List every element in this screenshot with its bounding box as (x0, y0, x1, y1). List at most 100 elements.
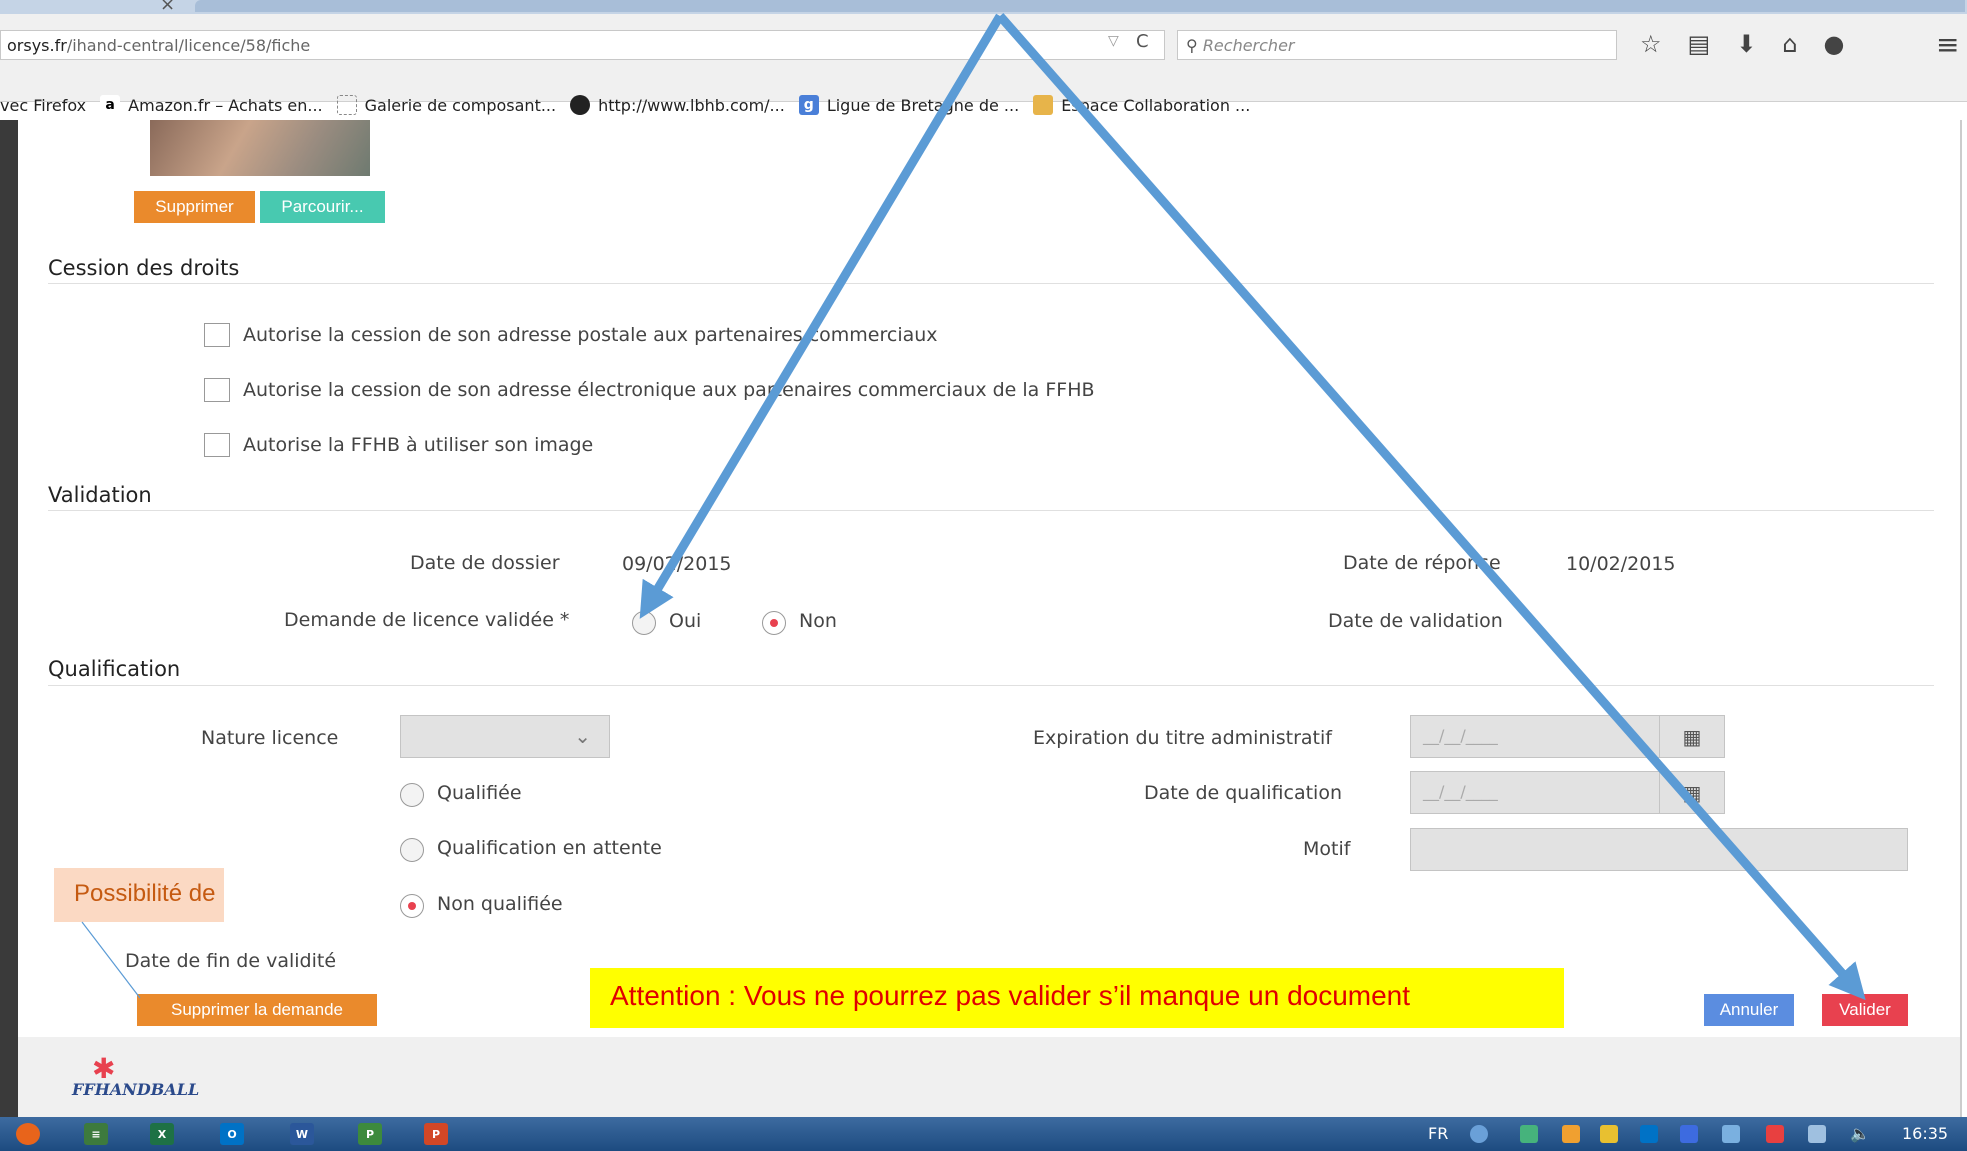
date-fin-validite-label: Date de fin de validité (125, 950, 337, 972)
download-icon[interactable]: ⬇ (1736, 30, 1756, 58)
date-reponse-value: 10/02/2015 (1566, 553, 1676, 575)
tray-network-icon[interactable] (1722, 1125, 1740, 1143)
word-icon[interactable]: W (290, 1123, 314, 1145)
nature-licence-label: Nature licence (201, 727, 339, 749)
outlook-icon[interactable]: O (220, 1123, 244, 1145)
tray-app-icon[interactable] (1562, 1125, 1580, 1143)
tray-outlook-icon[interactable] (1640, 1125, 1658, 1143)
powerpoint-icon[interactable]: P (424, 1123, 448, 1145)
section-divider (48, 685, 1934, 686)
annotation-callout: Possibilité de (54, 868, 224, 922)
checkbox[interactable] (204, 378, 230, 402)
date-qualification-input[interactable]: __/__/____ (1410, 771, 1660, 814)
search-placeholder: Rechercher (1202, 36, 1295, 55)
checkbox[interactable] (204, 323, 230, 347)
home-icon[interactable]: ⌂ (1782, 30, 1797, 58)
close-tab-icon[interactable]: × (160, 0, 175, 15)
radio-oui-label[interactable]: Oui (669, 610, 701, 632)
annotation-warning: Attention : Vous ne pourrez pas valider … (590, 968, 1564, 1028)
radio-qualifiee-label[interactable]: Qualifiée (437, 782, 522, 804)
page-footer (18, 1037, 1960, 1117)
calendar-icon[interactable]: ▦ (1659, 715, 1725, 758)
ffhb-logo: ✱ FFHANDBALL (72, 1052, 199, 1112)
cancel-button[interactable]: Annuler (1704, 994, 1794, 1026)
calendar-icon[interactable]: ▦ (1659, 771, 1725, 814)
search-input[interactable]: ⚲ Rechercher (1177, 30, 1617, 60)
reload-icon[interactable]: C (1136, 31, 1149, 52)
chat-icon[interactable]: ● (1824, 30, 1845, 58)
expiration-titre-label: Expiration du titre administratif (1033, 727, 1332, 749)
bookmark-ligue[interactable]: g Ligue de Bretagne de ... (798, 95, 1019, 115)
tray-shield-icon[interactable] (1680, 1125, 1698, 1143)
motif-input[interactable] (1410, 828, 1908, 871)
clock[interactable]: 16:35 (1902, 1124, 1948, 1143)
toolbar-icons: ☆ ▤ ⬇ ⌂ ● (1640, 30, 1845, 58)
bookmark-lbhb[interactable]: http://www.lbhb.com/... (570, 95, 785, 115)
date-dossier-value: 09/02/2015 (622, 553, 732, 575)
bookmark-collab[interactable]: Espace Collaboration ... (1033, 95, 1250, 115)
url-path: /ihand-central/licence/58/fiche (66, 36, 311, 55)
browse-photo-button[interactable]: Parcourir... (260, 191, 385, 223)
bookmark-firefox[interactable]: vec Firefox (0, 96, 86, 115)
section-divider (48, 510, 1934, 511)
left-sidebar-edge (0, 120, 18, 1117)
section-title-qualification: Qualification (48, 657, 181, 681)
url-history-dropdown-icon[interactable]: ▽ (1108, 33, 1119, 49)
bookmark-star-icon[interactable]: ☆ (1640, 30, 1662, 58)
chevron-down-icon: ⌄ (574, 724, 591, 748)
bookmarks-bar: vec Firefox a Amazon.fr – Achats en... Ga… (0, 90, 1264, 120)
member-photo (150, 120, 370, 176)
tray-app-icon[interactable] (1520, 1125, 1538, 1143)
bookmark-amazon[interactable]: a Amazon.fr – Achats en... (100, 95, 323, 115)
cession-option-image[interactable]: Autorise la FFHB à utiliser son image (204, 433, 593, 457)
nature-licence-select[interactable]: ⌄ (400, 715, 610, 758)
expiration-date-input[interactable]: __/__/____ (1410, 715, 1660, 758)
validate-button[interactable]: Valider (1822, 994, 1908, 1026)
amazon-icon: a (100, 95, 121, 115)
bookmark-galerie[interactable]: Galerie de composant... (336, 95, 556, 115)
excel-icon[interactable]: X (150, 1123, 174, 1145)
url-domain: orsys.fr (7, 36, 67, 55)
hamburger-menu-icon[interactable]: ≡ (1936, 28, 1959, 61)
date-reponse-label: Date de réponse (1343, 552, 1501, 574)
checkbox[interactable] (204, 433, 230, 457)
section-title-cession: Cession des droits (48, 256, 240, 280)
page-icon (336, 95, 357, 115)
file-explorer-icon[interactable]: ≡ (84, 1123, 108, 1145)
tray-display-icon[interactable] (1808, 1125, 1826, 1143)
radio-non[interactable] (762, 611, 786, 635)
radio-non-label[interactable]: Non (799, 610, 837, 632)
radio-qualification-attente-label[interactable]: Qualification en attente (437, 837, 662, 859)
firefox-icon[interactable] (16, 1123, 40, 1145)
motif-label: Motif (1303, 838, 1351, 860)
radio-non-qualifiee[interactable] (400, 894, 424, 918)
delete-photo-button[interactable]: Supprimer (134, 191, 255, 223)
section-title-validation: Validation (48, 483, 152, 507)
section-divider (48, 283, 1934, 284)
reading-list-icon[interactable]: ▤ (1688, 30, 1711, 58)
google-icon: g (798, 95, 819, 115)
cession-option-email[interactable]: Autorise la cession de son adresse élect… (204, 378, 1095, 402)
date-dossier-label: Date de dossier (410, 552, 560, 574)
radio-oui[interactable] (632, 611, 656, 635)
tray-app-icon[interactable] (1470, 1125, 1488, 1143)
cession-option-postal[interactable]: Autorise la cession de son adresse posta… (204, 323, 938, 347)
lbhb-icon (570, 95, 591, 115)
new-tab-area[interactable] (195, 0, 1965, 12)
tray-flag-icon[interactable] (1766, 1125, 1784, 1143)
radio-non-qualifiee-label[interactable]: Non qualifiée (437, 893, 563, 915)
delete-request-button[interactable]: Supprimer la demande (137, 994, 377, 1026)
radio-qualification-attente[interactable] (400, 838, 424, 862)
date-validation-label: Date de validation (1328, 610, 1503, 632)
windows-taskbar: ≡ X O W P P FR 🔈 16:35 (0, 1117, 1967, 1151)
language-indicator[interactable]: FR (1428, 1124, 1448, 1143)
tab-strip: × (0, 0, 1967, 15)
volume-icon[interactable]: 🔈 (1850, 1124, 1870, 1143)
search-icon: ⚲ (1186, 36, 1198, 55)
project-icon[interactable]: P (358, 1123, 382, 1145)
url-bar[interactable]: orsys.fr/ihand-central/licence/58/fiche (0, 30, 1165, 60)
radio-qualifiee[interactable] (400, 783, 424, 807)
demande-validee-label: Demande de licence validée * (284, 609, 570, 631)
date-qualification-label: Date de qualification (1144, 782, 1342, 804)
tray-app-icon[interactable] (1600, 1125, 1618, 1143)
